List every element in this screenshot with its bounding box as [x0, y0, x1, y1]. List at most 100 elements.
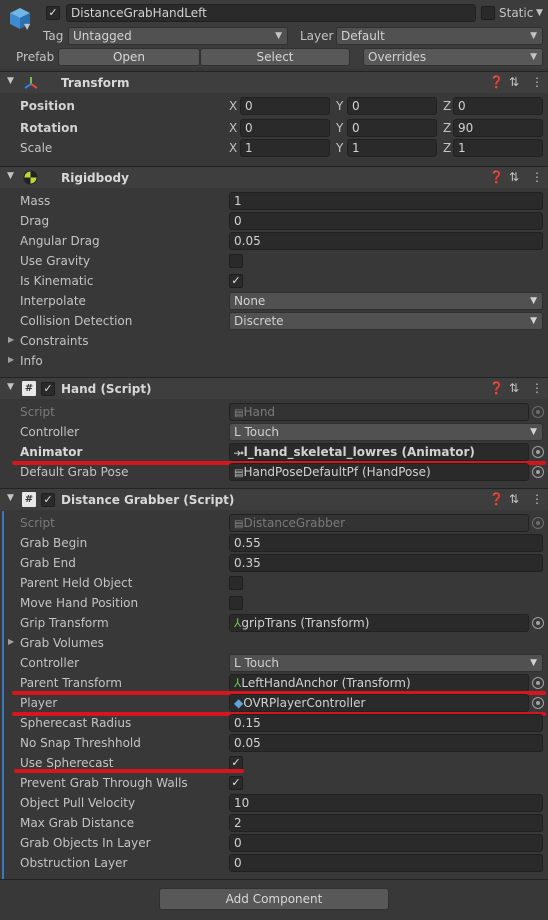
foldout-arrow-icon[interactable]: ▼	[7, 493, 14, 503]
static-checkbox[interactable]	[481, 6, 495, 20]
animator-label: Animator	[20, 445, 83, 459]
grabber-title: Distance Grabber (Script)	[61, 493, 235, 507]
parent-held-checkbox[interactable]	[229, 576, 243, 590]
tag-dropdown[interactable]: Untagged ▼	[68, 27, 288, 45]
obstruction-label: Obstruction Layer	[20, 856, 128, 870]
hand-controller-dropdown[interactable]: L Touch ▼	[229, 423, 543, 441]
hand-script-header[interactable]: ▼ # ✓ Hand (Script) ❓ ⇅ ⋮	[0, 377, 548, 399]
rotation-z-field[interactable]: 90	[453, 119, 543, 137]
grabber-script-header[interactable]: ▼ # ✓ Distance Grabber (Script) ❓ ⇅ ⋮	[0, 488, 548, 510]
prefab-overrides-dropdown[interactable]: Overrides ▼	[363, 48, 543, 66]
interpolate-label: Interpolate	[20, 294, 86, 308]
prefab-select-button[interactable]: Select	[200, 48, 350, 66]
drag-field[interactable]: 0	[229, 212, 543, 230]
foldout-arrow-icon[interactable]: ▼	[7, 382, 14, 392]
object-name-field[interactable]: DistanceGrabHandLeft	[66, 4, 476, 22]
foldout-right-icon[interactable]: ▶	[8, 355, 14, 364]
more-menu-icon[interactable]: ⋮	[531, 170, 543, 184]
preset-icon[interactable]: ⇅	[509, 492, 519, 506]
transform-header[interactable]: ▼ Transform ❓ ⇅ ⋮	[0, 71, 548, 93]
scale-z-field[interactable]: 1	[453, 139, 543, 157]
icon-dropdown-icon[interactable]: ▼	[24, 22, 30, 31]
no-snap-field[interactable]: 0.05	[229, 734, 543, 752]
grip-transform-field[interactable]: ⅄gripTrans (Transform)	[229, 614, 529, 632]
preset-icon[interactable]: ⇅	[509, 75, 519, 89]
position-x-field[interactable]: 0	[240, 97, 330, 115]
grabber-enabled-checkbox[interactable]: ✓	[41, 493, 55, 507]
angular-drag-field[interactable]: 0.05	[229, 232, 543, 250]
player-field[interactable]: ◆OVRPlayerController	[229, 694, 529, 712]
interpolate-dropdown[interactable]: None ▼	[229, 292, 543, 310]
more-menu-icon[interactable]: ⋮	[531, 381, 543, 395]
position-y-field[interactable]: 0	[347, 97, 437, 115]
script-icon: #	[22, 381, 36, 396]
info-row[interactable]: ▶ Info	[0, 351, 548, 371]
parent-transform-field[interactable]: ⅄LeftHandAnchor (Transform)	[229, 674, 529, 692]
hand-script-row: Script ▤Hand	[0, 402, 548, 422]
layer-dropdown[interactable]: Default ▼	[336, 27, 543, 45]
spherecast-radius-field[interactable]: 0.15	[229, 714, 543, 732]
rotation-y-field[interactable]: 0	[347, 119, 437, 137]
parent-held-row: Parent Held Object	[0, 573, 548, 593]
help-icon[interactable]: ❓	[489, 381, 504, 395]
chevron-down-icon: ▼	[530, 31, 537, 41]
prevent-grab-checkbox[interactable]: ✓	[229, 776, 243, 790]
max-grab-row: Max Grab Distance 2	[0, 813, 548, 833]
mass-field[interactable]: 1	[229, 192, 543, 210]
scale-x-field[interactable]: 1	[240, 139, 330, 157]
foldout-right-icon[interactable]: ▶	[8, 335, 14, 344]
use-gravity-label: Use Gravity	[20, 254, 91, 268]
angular-drag-label: Angular Drag	[20, 234, 100, 248]
preset-icon[interactable]: ⇅	[509, 170, 519, 184]
use-gravity-checkbox[interactable]	[229, 254, 243, 268]
prefab-open-button[interactable]: Open	[58, 48, 200, 66]
prevent-grab-row: Prevent Grab Through Walls ✓	[0, 773, 548, 793]
grab-end-field[interactable]: 0.35	[229, 554, 543, 572]
foldout-arrow-icon[interactable]: ▼	[7, 171, 14, 181]
chevron-down-icon: ▼	[530, 296, 537, 306]
hand-enabled-checkbox[interactable]: ✓	[41, 382, 55, 396]
layer-value: Default	[341, 29, 385, 43]
use-spherecast-checkbox[interactable]: ✓	[229, 756, 243, 770]
constraints-row[interactable]: ▶ Constraints	[0, 331, 548, 351]
grab-pose-field[interactable]: ▤HandPoseDefaultPf (HandPose)	[229, 463, 529, 481]
more-menu-icon[interactable]: ⋮	[531, 492, 543, 506]
object-picker-icon[interactable]	[532, 466, 544, 478]
max-grab-field[interactable]: 2	[229, 814, 543, 832]
is-kinematic-checkbox[interactable]: ✓	[229, 274, 243, 288]
grabber-script-value: DistanceGrabber	[243, 516, 346, 530]
foldout-arrow-icon[interactable]: ▼	[7, 76, 14, 86]
parent-transform-label: Parent Transform	[20, 676, 122, 690]
scale-y-field[interactable]: 1	[347, 139, 437, 157]
obstruction-field[interactable]: 0	[229, 854, 543, 872]
grab-begin-field[interactable]: 0.55	[229, 534, 543, 552]
grab-volumes-row[interactable]: ▶ Grab Volumes	[0, 633, 548, 653]
animator-field[interactable]: ⤞l_hand_skeletal_lowres (Animator)	[229, 443, 529, 461]
grab-begin-label: Grab Begin	[20, 536, 88, 550]
help-icon[interactable]: ❓	[489, 170, 504, 184]
transform-row-scale: Scale X 1 Y 1 Z 1	[0, 138, 548, 158]
collision-dropdown[interactable]: Discrete ▼	[229, 312, 543, 330]
static-dropdown-icon[interactable]: ▼	[536, 8, 543, 18]
help-icon[interactable]: ❓	[489, 75, 504, 89]
grabber-controller-dropdown[interactable]: L Touch ▼	[229, 654, 543, 672]
obstruction-row: Obstruction Layer 0	[0, 853, 548, 873]
rotation-x-field[interactable]: 0	[240, 119, 330, 137]
move-hand-checkbox[interactable]	[229, 596, 243, 610]
parent-transform-row: Parent Transform ⅄LeftHandAnchor (Transfo…	[0, 673, 548, 693]
help-icon[interactable]: ❓	[489, 492, 504, 506]
position-z-field[interactable]: 0	[453, 97, 543, 115]
active-toggle[interactable]: ✓	[46, 6, 60, 20]
foldout-right-icon[interactable]: ▶	[8, 637, 14, 646]
preset-icon[interactable]: ⇅	[509, 381, 519, 395]
transform-title: Transform	[61, 76, 130, 90]
object-picker-icon[interactable]	[532, 697, 544, 709]
grab-layer-field[interactable]: 0	[229, 834, 543, 852]
more-menu-icon[interactable]: ⋮	[531, 75, 543, 89]
object-picker-icon[interactable]	[532, 617, 544, 629]
add-component-button[interactable]: Add Component	[159, 888, 389, 910]
pull-velocity-field[interactable]: 10	[229, 794, 543, 812]
rigidbody-header[interactable]: ▼ Rigidbody ❓ ⇅ ⋮	[0, 166, 548, 188]
object-picker-icon[interactable]	[532, 446, 544, 458]
object-picker-icon[interactable]	[532, 677, 544, 689]
